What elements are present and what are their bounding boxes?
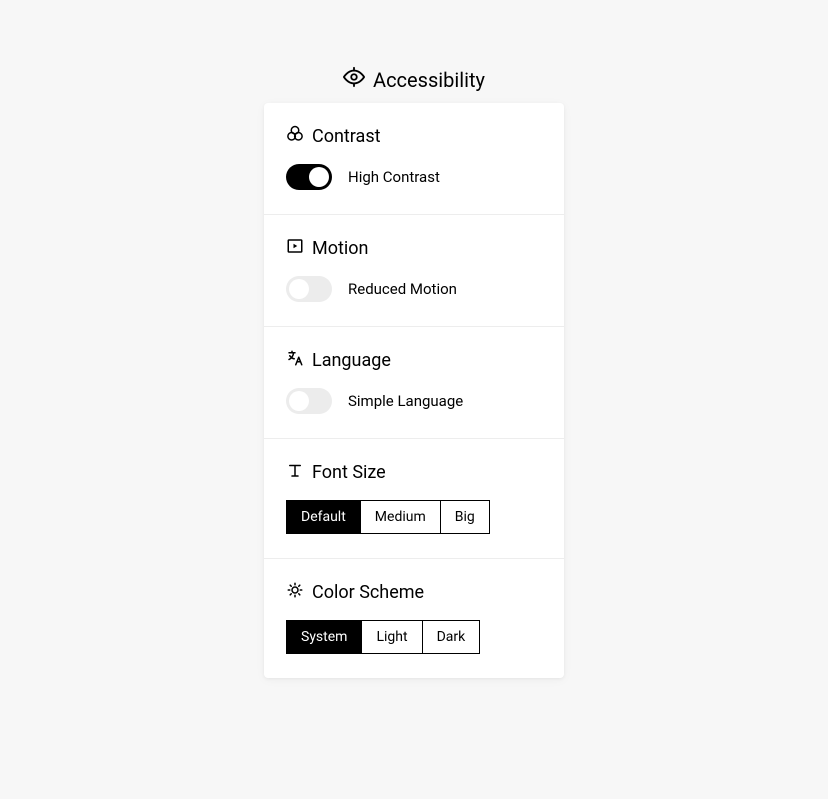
font-size-icon bbox=[286, 461, 304, 484]
section-title-motion: Motion bbox=[286, 237, 542, 260]
font-size-option-medium[interactable]: Medium bbox=[361, 501, 441, 533]
section-contrast: Contrast High Contrast bbox=[264, 103, 564, 215]
color-scheme-option-dark[interactable]: Dark bbox=[423, 621, 480, 653]
accessibility-header: Accessibility bbox=[0, 66, 828, 93]
language-icon bbox=[286, 349, 304, 372]
page-title: Accessibility bbox=[373, 68, 485, 92]
color-scheme-option-system[interactable]: System bbox=[287, 621, 362, 653]
section-title-color-scheme: Color Scheme bbox=[286, 581, 542, 604]
simple-language-toggle[interactable] bbox=[286, 388, 332, 414]
section-font-size: Font Size Default Medium Big bbox=[264, 439, 564, 559]
section-title-font-size: Font Size bbox=[286, 461, 542, 484]
font-size-option-big[interactable]: Big bbox=[441, 501, 489, 533]
font-size-segmented: Default Medium Big bbox=[286, 500, 490, 534]
accessibility-panel: Contrast High Contrast Motion Reduced Mo… bbox=[264, 103, 564, 678]
reduced-motion-label: Reduced Motion bbox=[348, 280, 457, 298]
reduced-motion-toggle[interactable] bbox=[286, 276, 332, 302]
section-color-scheme: Color Scheme System Light Dark bbox=[264, 559, 564, 678]
color-scheme-option-light[interactable]: Light bbox=[362, 621, 422, 653]
section-motion: Motion Reduced Motion bbox=[264, 215, 564, 327]
section-language: Language Simple Language bbox=[264, 327, 564, 439]
simple-language-label: Simple Language bbox=[348, 392, 463, 410]
font-size-option-default[interactable]: Default bbox=[287, 501, 361, 533]
color-scheme-segmented: System Light Dark bbox=[286, 620, 480, 654]
high-contrast-toggle[interactable] bbox=[286, 164, 332, 190]
color-scheme-icon bbox=[286, 581, 304, 604]
section-title-contrast: Contrast bbox=[286, 125, 542, 148]
high-contrast-label: High Contrast bbox=[348, 168, 440, 186]
contrast-icon bbox=[286, 125, 304, 148]
motion-icon bbox=[286, 237, 304, 260]
eye-icon bbox=[343, 66, 365, 93]
section-title-language: Language bbox=[286, 349, 542, 372]
